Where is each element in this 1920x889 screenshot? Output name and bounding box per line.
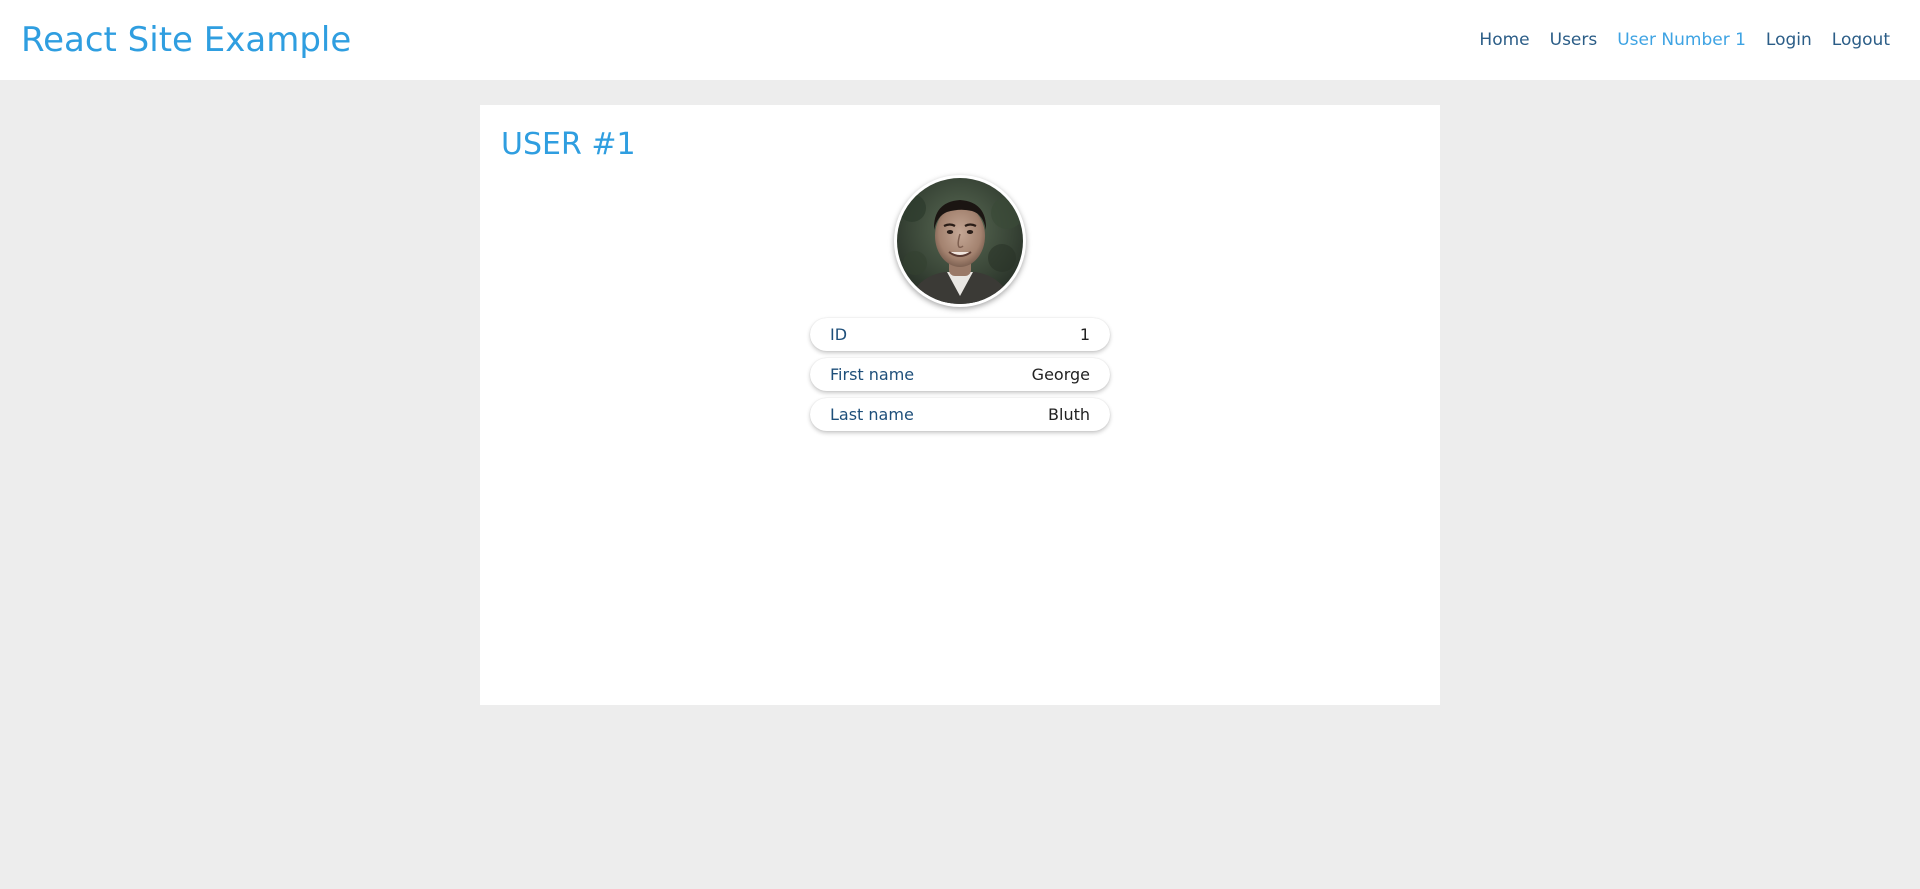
main-nav: Home Users User Number 1 Login Logout [1459, 28, 1890, 52]
detail-value-first-name: George [1031, 365, 1090, 384]
nav-home[interactable]: Home [1479, 28, 1529, 52]
page-title: USER #1 [501, 127, 636, 162]
top-navbar: React Site Example Home Users User Numbe… [0, 0, 1920, 80]
nav-users[interactable]: Users [1550, 28, 1598, 52]
nav-user-number-1[interactable]: User Number 1 [1617, 28, 1746, 52]
user-card: USER #1 ID 1 First name George Last name… [480, 105, 1440, 705]
detail-row-first-name: First name George [810, 358, 1110, 391]
detail-label-last-name: Last name [830, 405, 914, 424]
user-details-list: ID 1 First name George Last name Bluth [810, 318, 1110, 438]
avatar-frame [894, 175, 1026, 307]
detail-value-last-name: Bluth [1048, 405, 1090, 424]
detail-row-id: ID 1 [810, 318, 1110, 351]
nav-logout[interactable]: Logout [1832, 28, 1890, 52]
detail-label-first-name: First name [830, 365, 915, 384]
brand-link[interactable]: React Site Example [21, 19, 351, 61]
avatar [897, 178, 1023, 304]
nav-login[interactable]: Login [1766, 28, 1812, 52]
detail-value-id: 1 [1079, 325, 1090, 344]
detail-label-id: ID [830, 325, 848, 344]
detail-row-last-name: Last name Bluth [810, 398, 1110, 431]
